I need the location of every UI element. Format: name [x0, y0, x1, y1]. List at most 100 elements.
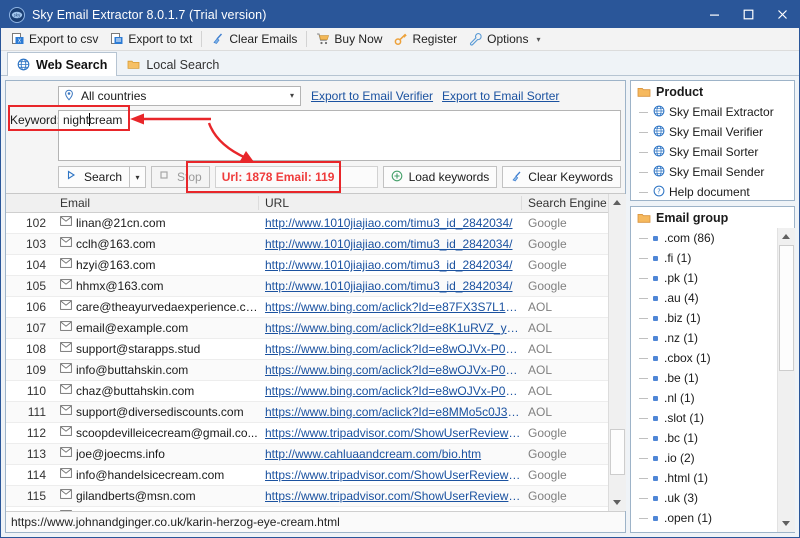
row-url[interactable]: https://www.bing.com/aclick?Id=e8wOJVx-P… — [259, 363, 522, 377]
grid-vertical-scrollbar[interactable] — [608, 194, 626, 511]
row-email[interactable]: email@example.com — [54, 321, 259, 335]
row-url[interactable]: http://www.1010jiajiao.com/timu3_id_2842… — [259, 237, 522, 251]
email-group-scrollbar[interactable] — [777, 228, 795, 532]
email-group-list-item[interactable]: .slot (1) — [631, 408, 777, 428]
product-list-item[interactable]: Sky Email Sender — [631, 162, 794, 182]
row-url[interactable]: https://www.bing.com/aclick?Id=e8MMo5c0J… — [259, 405, 522, 419]
email-group-list-item[interactable]: .biz (1) — [631, 308, 777, 328]
export-to-txt-button[interactable]: Export to txt — [104, 29, 198, 50]
row-email[interactable]: info@buttahskin.com — [54, 363, 259, 377]
row-email[interactable]: gilandberts@msn.com — [54, 489, 259, 503]
row-email[interactable]: linan@21cn.com — [54, 216, 259, 230]
row-url[interactable]: https://www.bing.com/aclick?Id=e8K1uRVZ_… — [259, 321, 522, 335]
row-email[interactable]: support@starapps.stud — [54, 342, 259, 356]
search-dropdown-button[interactable]: ▾ — [129, 166, 147, 188]
row-url[interactable]: https://www.tripadvisor.com/ShowUserRevi… — [259, 468, 522, 482]
tab-local-search[interactable]: Local Search — [117, 52, 229, 76]
chevron-down-icon[interactable]: ▾ — [290, 91, 298, 100]
table-row[interactable]: 102 linan@21cn.com http://www.1010jiajiao.… — [6, 213, 608, 234]
options-dropdown-caret[interactable]: ▾ — [534, 35, 545, 44]
row-email[interactable]: care@theayurvedaexperience.co... — [54, 300, 259, 314]
export-to-email-sorter-link[interactable]: Export to Email Sorter — [442, 89, 559, 103]
scrollbar-track[interactable] — [608, 211, 626, 494]
group-scrollbar-thumb[interactable] — [778, 245, 794, 371]
options-button[interactable]: Options — [463, 29, 534, 50]
scroll-up-button[interactable] — [608, 194, 626, 211]
load-keywords-button[interactable]: Load keywords — [382, 166, 498, 188]
row-url[interactable]: https://www.bing.com/aclick?Id=e87FX3S7L… — [259, 300, 522, 314]
row-email[interactable]: hzyi@163.com — [54, 258, 259, 272]
keyword-input[interactable]: nightcream — [58, 110, 621, 161]
tree-connector — [639, 131, 648, 133]
country-select[interactable]: All countries ▾ — [58, 85, 301, 106]
close-button[interactable] — [765, 1, 799, 28]
row-url[interactable]: http://www.1010jiajiao.com/timu3_id_2842… — [259, 258, 522, 272]
scrollbar-thumb[interactable] — [609, 429, 625, 475]
table-row[interactable]: 109 info@buttahskin.com https://www.bing.c… — [6, 360, 608, 381]
email-group-list-item[interactable]: .com (86) — [631, 228, 777, 248]
table-row[interactable]: 113 joe@joecms.info http://www.cahluaandcr… — [6, 444, 608, 465]
email-group-list-item[interactable]: .be (1) — [631, 368, 777, 388]
export-to-csv-button[interactable]: X Export to csv — [5, 29, 104, 50]
row-url[interactable]: https://www.bing.com/aclick?Id=e8wOJVx-P… — [259, 384, 522, 398]
table-row[interactable]: 114 info@handelsicecream.com https://www.t… — [6, 465, 608, 486]
grid-header-email[interactable]: Email — [54, 196, 259, 210]
email-group-list-item[interactable]: .nl (1) — [631, 388, 777, 408]
row-email[interactable]: chaz@buttahskin.com — [54, 384, 259, 398]
minimize-button[interactable] — [697, 1, 731, 28]
clear-keywords-button[interactable]: Clear Keywords — [502, 166, 621, 188]
table-row[interactable]: 107 email@example.com https://www.bing.com… — [6, 318, 608, 339]
maximize-button[interactable] — [731, 1, 765, 28]
email-group-list-item[interactable]: .bc (1) — [631, 428, 777, 448]
table-row[interactable]: 112 scoopdevilleicecream@gmail.co... https… — [6, 423, 608, 444]
email-group-list-item[interactable]: .nz (1) — [631, 328, 777, 348]
group-scroll-down-button[interactable] — [777, 515, 795, 532]
email-group-list-item[interactable]: .open (1) — [631, 508, 777, 528]
product-list-item[interactable]: ? Help document — [631, 182, 794, 200]
email-group-list-item[interactable]: .pk (1) — [631, 268, 777, 288]
product-list-item[interactable]: Sky Email Sorter — [631, 142, 794, 162]
email-group-list-item[interactable]: .cbox (1) — [631, 348, 777, 368]
row-url[interactable]: https://www.tripadvisor.com/ShowUserRevi… — [259, 426, 522, 440]
group-scrollbar-track[interactable] — [777, 245, 795, 515]
table-row[interactable]: 111 support@diversediscounts.com https://w… — [6, 402, 608, 423]
email-group-list-item[interactable]: .de (1) — [631, 528, 777, 532]
grid-header-url[interactable]: URL — [259, 196, 522, 210]
row-url[interactable]: http://www.1010jiajiao.com/timu3_id_2842… — [259, 279, 522, 293]
row-email[interactable]: hhmx@163.com — [54, 279, 259, 293]
email-group-list-item[interactable]: .io (2) — [631, 448, 777, 468]
stop-button[interactable]: Stop — [151, 166, 210, 188]
row-email[interactable]: joe@joecms.info — [54, 447, 259, 461]
search-button[interactable]: Search — [58, 166, 130, 188]
clear-emails-button[interactable]: Clear Emails — [205, 29, 303, 50]
product-list-item[interactable]: Sky Email Extractor — [631, 102, 794, 122]
buy-now-button[interactable]: Buy Now — [310, 29, 388, 50]
email-group-list-item[interactable]: .fi (1) — [631, 248, 777, 268]
row-url[interactable]: https://www.bing.com/aclick?Id=e8wOJVx-P… — [259, 342, 522, 356]
tab-web-search[interactable]: Web Search — [7, 52, 118, 76]
row-email[interactable]: support@diversediscounts.com — [54, 405, 259, 419]
group-scroll-up-button[interactable] — [777, 228, 795, 245]
email-group-list-item[interactable]: .au (4) — [631, 288, 777, 308]
row-email[interactable]: cclh@163.com — [54, 237, 259, 251]
email-group-list-item[interactable]: .uk (3) — [631, 488, 777, 508]
export-to-email-verifier-link[interactable]: Export to Email Verifier — [311, 89, 433, 103]
row-url[interactable]: https://www.tripadvisor.com/ShowUserRevi… — [259, 489, 522, 503]
table-row[interactable]: 106 care@theayurvedaexperience.co... https… — [6, 297, 608, 318]
globe-icon — [653, 145, 665, 159]
table-row[interactable]: 115 gilandberts@msn.com https://www.tripad… — [6, 486, 608, 507]
table-row[interactable]: 108 support@starapps.stud https://www.bing… — [6, 339, 608, 360]
table-row[interactable]: 104 hzyi@163.com http://www.1010jiajiao.co… — [6, 255, 608, 276]
table-row[interactable]: 103 cclh@163.com http://www.1010jiajiao.co… — [6, 234, 608, 255]
register-button[interactable]: Register — [388, 29, 463, 50]
row-url[interactable]: http://www.1010jiajiao.com/timu3_id_2842… — [259, 216, 522, 230]
grid-header-search-engine[interactable]: Search Engine — [522, 196, 608, 210]
row-email[interactable]: scoopdevilleicecream@gmail.co... — [54, 426, 259, 440]
table-row[interactable]: 110 chaz@buttahskin.com https://www.bing.c… — [6, 381, 608, 402]
email-group-list-item[interactable]: .html (1) — [631, 468, 777, 488]
row-url[interactable]: http://www.cahluaandcream.com/bio.htm — [259, 447, 522, 461]
product-list-item[interactable]: Sky Email Verifier — [631, 122, 794, 142]
table-row[interactable]: 105 hhmx@163.com http://www.1010jiajiao.co… — [6, 276, 608, 297]
row-email[interactable]: info@handelsicecream.com — [54, 468, 259, 482]
scroll-down-button[interactable] — [608, 494, 626, 511]
